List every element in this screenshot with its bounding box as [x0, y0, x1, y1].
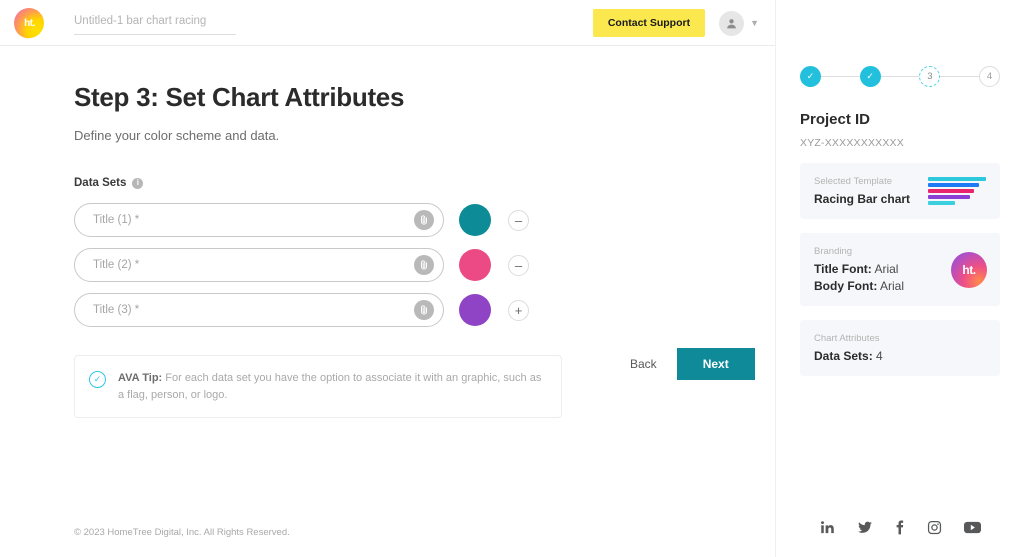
next-button[interactable]: Next: [676, 348, 755, 380]
contact-support-button[interactable]: Contact Support: [592, 9, 706, 37]
racing-bar-chart-thumb-icon: [928, 177, 986, 207]
step-indicator-2[interactable]: ✓: [859, 66, 881, 87]
data-sets-count-row: Data Sets: 4: [814, 349, 986, 363]
user-avatar-icon[interactable]: [719, 10, 745, 36]
top-bar: ht. Contact Support ▼: [0, 0, 775, 46]
data-sets-label-row: Data Sets i: [74, 177, 775, 189]
data-set-input-wrap: [74, 203, 444, 237]
page-title: Step 3: Set Chart Attributes: [74, 82, 405, 112]
data-sets-list: – –: [74, 201, 775, 329]
linkedin-icon[interactable]: [820, 520, 835, 535]
chevron-down-icon[interactable]: ▼: [750, 18, 759, 28]
instagram-icon[interactable]: [927, 520, 942, 535]
document-title-input[interactable]: [74, 12, 236, 35]
step-connector: [880, 76, 920, 77]
app-logo-text: ht.: [23, 17, 35, 28]
ava-tip-box: ✓ AVA Tip: For each data set you have th…: [74, 355, 562, 418]
step-indicator-4[interactable]: 4: [979, 66, 1001, 87]
account-menu[interactable]: ▼: [719, 10, 759, 36]
paperclip-icon[interactable]: [414, 300, 434, 320]
ava-tip-body: For each data set you have the option to…: [118, 372, 542, 401]
color-swatch-3[interactable]: [459, 294, 491, 326]
step-connector: [821, 76, 860, 77]
sidebar: ✓ ✓ 3 4 Project ID XYZ-XXXXXXXXXXX Selec…: [775, 0, 1024, 557]
remove-data-set-button-2[interactable]: –: [508, 254, 529, 276]
info-icon[interactable]: i: [132, 177, 144, 189]
data-set-title-input-2[interactable]: [74, 248, 444, 282]
data-sets-count-value: 4: [872, 349, 883, 363]
ht-brand-badge-text: ht.: [962, 262, 976, 277]
wizard-stepper: ✓ ✓ 3 4: [800, 66, 1001, 87]
data-set-title-input-3[interactable]: [74, 293, 444, 327]
data-sets-count-label: Data Sets:: [814, 349, 873, 363]
color-swatch-1[interactable]: [459, 204, 491, 236]
title-font-value: Arial: [871, 262, 899, 276]
data-set-title-input-1[interactable]: [74, 203, 444, 237]
project-id-value: XYZ-XXXXXXXXXXX: [800, 137, 904, 149]
data-set-input-wrap: [74, 293, 444, 327]
app-logo-icon[interactable]: ht.: [11, 4, 47, 41]
main-column: ht. Contact Support ▼ Step 3: Set Chart …: [0, 0, 775, 557]
color-swatch-2[interactable]: [459, 249, 491, 281]
data-set-row: +: [74, 291, 775, 329]
ava-tip-text: AVA Tip: For each data set you have the …: [118, 370, 545, 403]
project-id-title: Project ID: [800, 111, 871, 128]
top-bar-right: Contact Support ▼: [592, 0, 759, 46]
step-indicator-3[interactable]: 3: [919, 66, 941, 87]
step-indicator-1[interactable]: ✓: [800, 66, 821, 87]
page-subtitle: Define your color scheme and data.: [74, 128, 280, 143]
body-font-value: Arial: [877, 279, 905, 293]
remove-data-set-button-1[interactable]: –: [508, 209, 529, 231]
youtube-icon[interactable]: [963, 520, 981, 535]
facebook-icon[interactable]: [895, 520, 905, 535]
branding-card[interactable]: Branding Title Font: Arial Body Font: Ar…: [800, 233, 1000, 306]
paperclip-icon[interactable]: [414, 210, 434, 230]
ht-brand-badge-icon: ht.: [951, 251, 987, 288]
card-label: Chart Attributes: [814, 333, 880, 344]
title-font-label: Title Font:: [814, 262, 872, 276]
back-button[interactable]: Back: [620, 349, 667, 379]
step-connector: [940, 76, 980, 77]
paperclip-icon[interactable]: [414, 255, 434, 275]
check-circle-icon: ✓: [89, 371, 106, 388]
data-sets-label: Data Sets: [74, 177, 127, 189]
data-set-row: –: [74, 246, 775, 284]
chart-attributes-card[interactable]: Chart Attributes Data Sets: 4: [800, 320, 1000, 376]
twitter-icon[interactable]: [857, 520, 873, 535]
document-title-wrap: [74, 11, 236, 35]
body-font-label: Body Font:: [814, 279, 878, 293]
data-set-input-wrap: [74, 248, 444, 282]
ava-tip-prefix: AVA Tip:: [118, 372, 163, 384]
selected-template-card[interactable]: Selected Template Racing Bar chart: [800, 163, 1000, 219]
copyright-text: © 2023 HomeTree Digital, Inc. All Rights…: [74, 527, 290, 538]
social-links: [776, 520, 1024, 535]
wizard-nav: Back Next: [620, 348, 755, 380]
add-data-set-button[interactable]: +: [508, 299, 529, 321]
data-set-row: –: [74, 201, 775, 239]
app-root: ht. Contact Support ▼ Step 3: Set Chart …: [0, 0, 1024, 557]
